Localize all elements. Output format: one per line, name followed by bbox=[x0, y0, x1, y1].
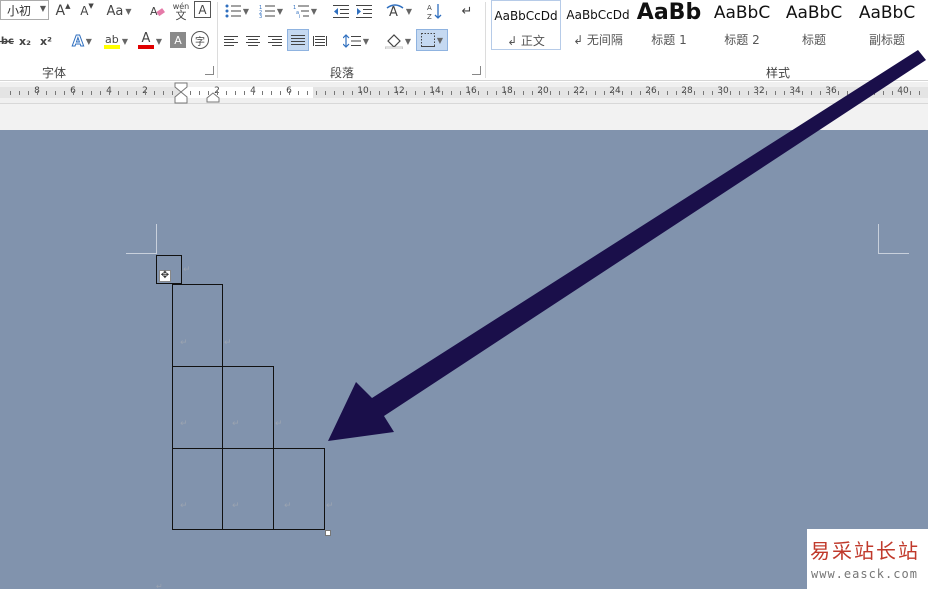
annotation-arrow-icon bbox=[328, 50, 926, 441]
site-watermark: 易采站长站 www.easck.com bbox=[807, 529, 928, 589]
watermark-url: www.easck.com bbox=[811, 567, 918, 581]
watermark-name: 易采站长站 bbox=[810, 539, 920, 563]
